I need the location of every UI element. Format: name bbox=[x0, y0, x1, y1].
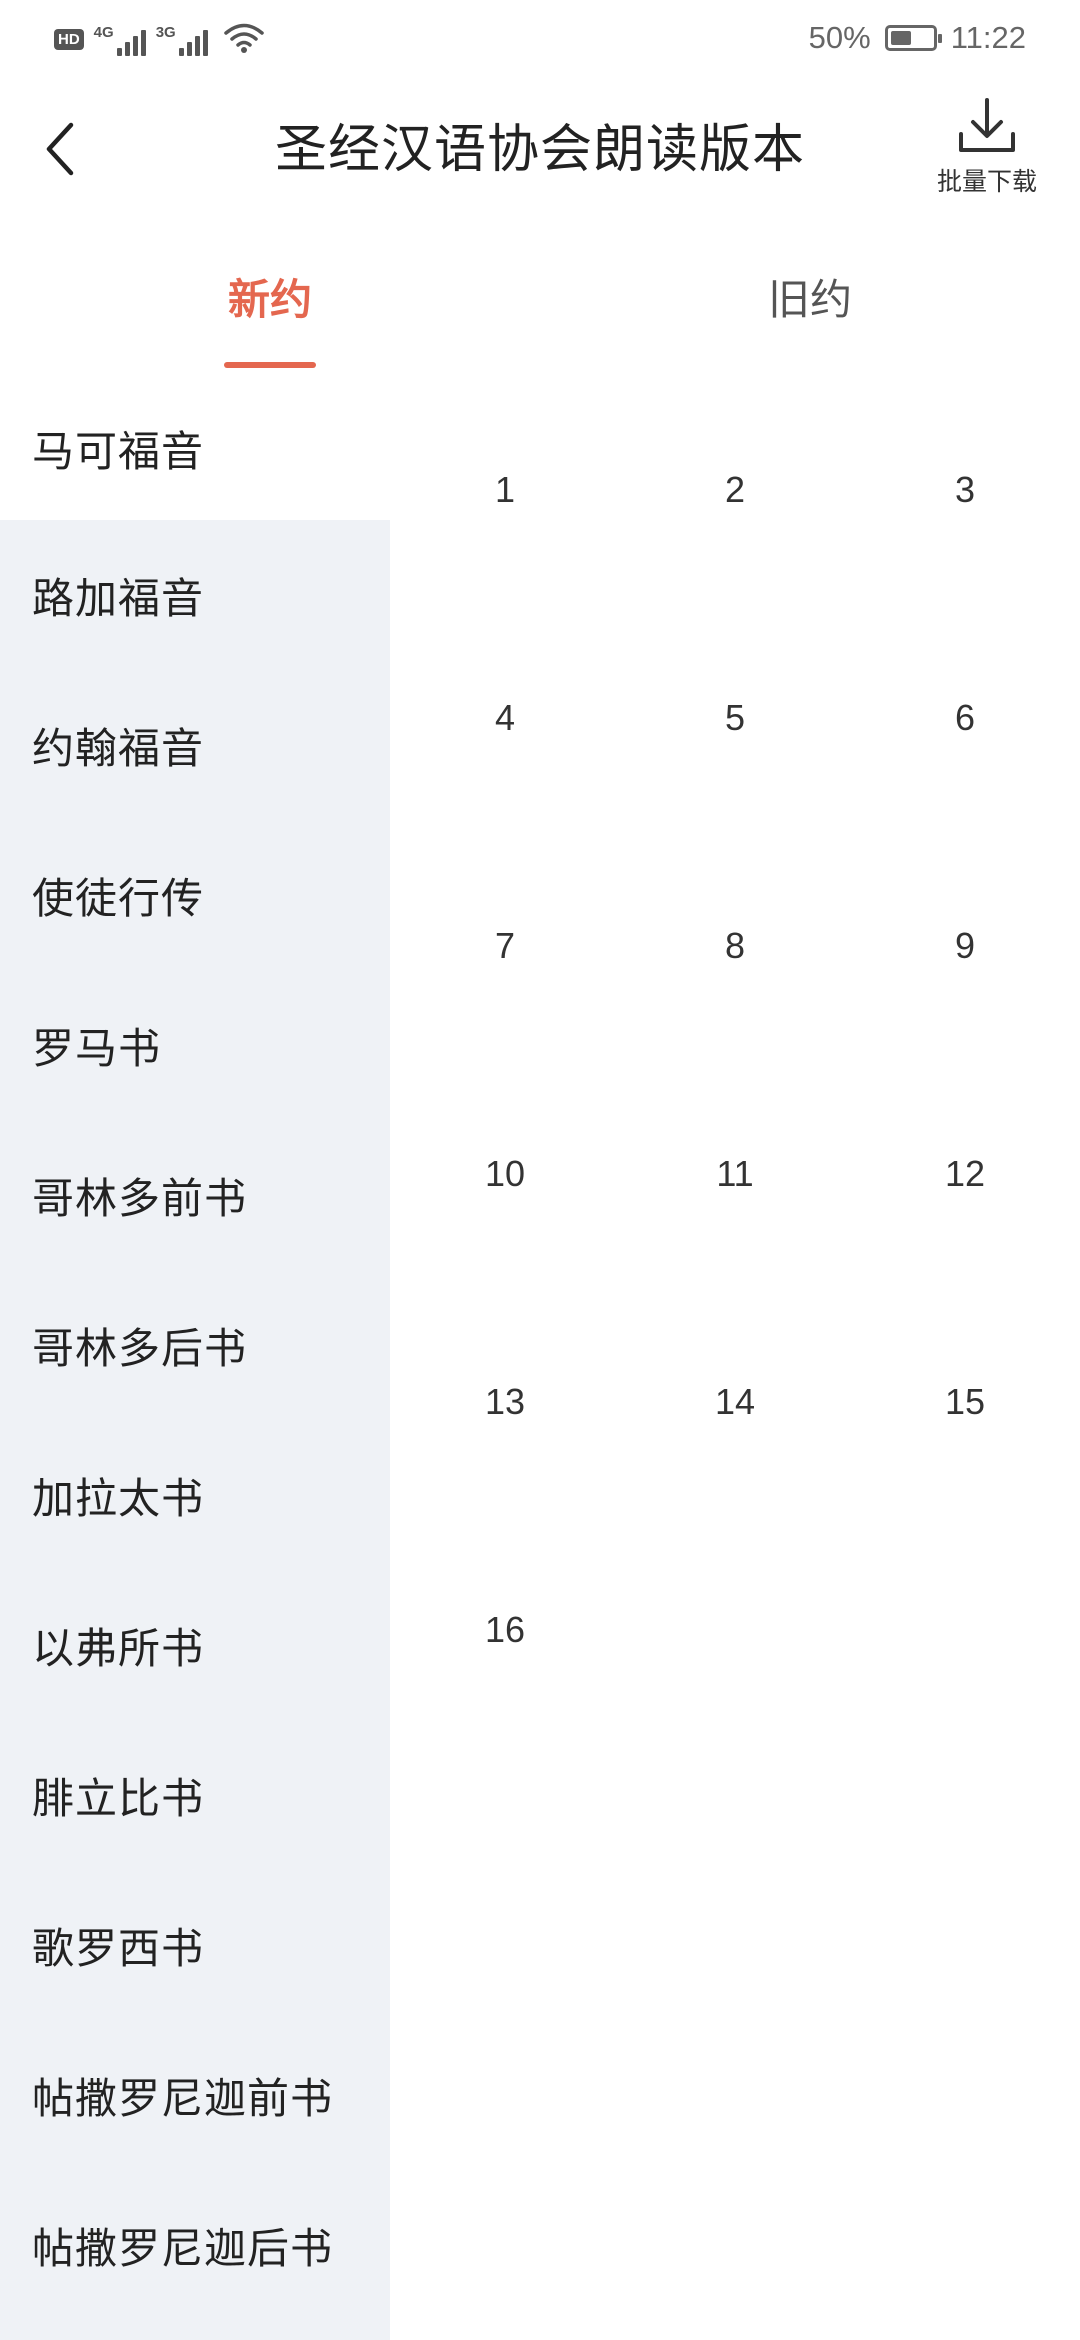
book-item-acts[interactable]: 使徒行传 bbox=[0, 820, 390, 970]
book-item-ephesians[interactable]: 以弗所书 bbox=[0, 1570, 390, 1720]
signal-bars-icon bbox=[178, 26, 208, 56]
clock-time: 11:22 bbox=[950, 20, 1026, 55]
book-item-1-corinthians[interactable]: 哥林多前书 bbox=[0, 1120, 390, 1270]
book-item-philippians[interactable]: 腓立比书 bbox=[0, 1720, 390, 1870]
chapter-button[interactable]: 15 bbox=[850, 1288, 1080, 1516]
status-right-group: 50% 11:22 bbox=[809, 18, 1026, 58]
book-item-1-thessalonians[interactable]: 帖撒罗尼迦前书 bbox=[0, 2020, 390, 2170]
chapter-button[interactable]: 12 bbox=[850, 1060, 1080, 1288]
testament-tabs: 新约 旧约 bbox=[0, 226, 1080, 376]
network-3g-label: 3G bbox=[155, 24, 176, 41]
chapter-button[interactable]: 14 bbox=[620, 1288, 850, 1516]
chapter-button[interactable]: 4 bbox=[390, 604, 620, 832]
network-4g-indicator: 4G bbox=[94, 25, 146, 56]
chapter-button[interactable]: 11 bbox=[620, 1060, 850, 1288]
chapter-button[interactable]: 3 bbox=[850, 376, 1080, 604]
book-item-galatians[interactable]: 加拉太书 bbox=[0, 1420, 390, 1570]
download-icon bbox=[959, 98, 1015, 152]
chapter-button[interactable]: 10 bbox=[390, 1060, 620, 1288]
status-bar: HD 4G 3G 50% 11:22 bbox=[0, 0, 1080, 76]
chapter-button[interactable]: 1 bbox=[390, 376, 620, 604]
chapter-button[interactable]: 2 bbox=[620, 376, 850, 604]
chapter-button[interactable]: 5 bbox=[620, 604, 850, 832]
chapter-button[interactable]: 9 bbox=[850, 832, 1080, 1060]
book-item-2-thessalonians[interactable]: 帖撒罗尼迦后书 bbox=[0, 2170, 390, 2320]
chapter-button[interactable]: 6 bbox=[850, 604, 1080, 832]
book-item-2-corinthians[interactable]: 哥林多后书 bbox=[0, 1270, 390, 1420]
status-left-group: HD 4G 3G bbox=[54, 20, 264, 56]
batch-download-label: 批量下载 bbox=[936, 167, 1037, 196]
signal-bars-icon bbox=[116, 26, 146, 56]
book-item-romans[interactable]: 罗马书 bbox=[0, 970, 390, 1120]
chevron-left-icon bbox=[46, 122, 74, 176]
battery-level-fill bbox=[890, 31, 911, 45]
batch-download-button[interactable]: 批量下载 bbox=[912, 96, 1062, 206]
hd-badge: HD bbox=[54, 29, 84, 50]
book-list-sidebar: 马可福音 路加福音 约翰福音 使徒行传 罗马书 哥林多前书 哥林多后书 加拉太书… bbox=[0, 376, 390, 2340]
active-tab-indicator bbox=[224, 362, 316, 368]
tab-old-testament[interactable]: 旧约 bbox=[710, 266, 910, 356]
battery-icon bbox=[884, 25, 942, 51]
back-button[interactable] bbox=[30, 114, 90, 184]
battery-percent: 50% bbox=[808, 20, 871, 55]
book-item-colossians[interactable]: 歌罗西书 bbox=[0, 1870, 390, 2020]
book-item-john[interactable]: 约翰福音 bbox=[0, 670, 390, 820]
tab-new-testament[interactable]: 新约 bbox=[170, 266, 370, 356]
network-3g-indicator: 3G bbox=[156, 25, 208, 56]
book-item-luke[interactable]: 路加福音 bbox=[0, 520, 390, 670]
book-item-mark[interactable]: 马可福音 bbox=[0, 376, 390, 520]
app-header: 圣经汉语协会朗读版本 批量下载 bbox=[0, 76, 1080, 226]
app-screen: HD 4G 3G 50% 11:22 圣经汉语协会朗读版本 批量下载 新约 旧约… bbox=[0, 0, 1080, 2340]
chapter-button[interactable]: 7 bbox=[390, 832, 620, 1060]
wifi-icon bbox=[223, 23, 264, 53]
chapter-button[interactable]: 13 bbox=[390, 1288, 620, 1516]
chapter-button[interactable]: 16 bbox=[390, 1516, 620, 1744]
page-title: 圣经汉语协会朗读版本 bbox=[274, 120, 805, 180]
network-4g-label: 4G bbox=[93, 24, 114, 41]
chapter-button[interactable]: 8 bbox=[620, 832, 850, 1060]
